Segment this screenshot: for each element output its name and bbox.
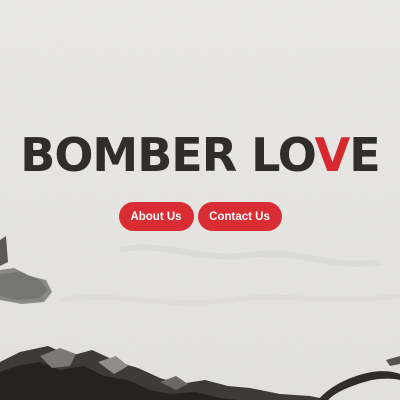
logo-text-start: BOMBER LO bbox=[20, 128, 315, 182]
site-logo[interactable]: BOMBER LOVE bbox=[0, 126, 400, 184]
hero-background-photo bbox=[0, 0, 400, 400]
logo-text-end: E bbox=[349, 128, 380, 182]
hero-section: BOMBER LOVE About Us Contact Us bbox=[0, 0, 400, 400]
logo-accent-letter: V bbox=[314, 128, 351, 182]
about-us-button[interactable]: About Us bbox=[118, 202, 194, 231]
contact-us-button[interactable]: Contact Us bbox=[197, 202, 282, 231]
hero-nav: About Us Contact Us bbox=[0, 202, 400, 231]
